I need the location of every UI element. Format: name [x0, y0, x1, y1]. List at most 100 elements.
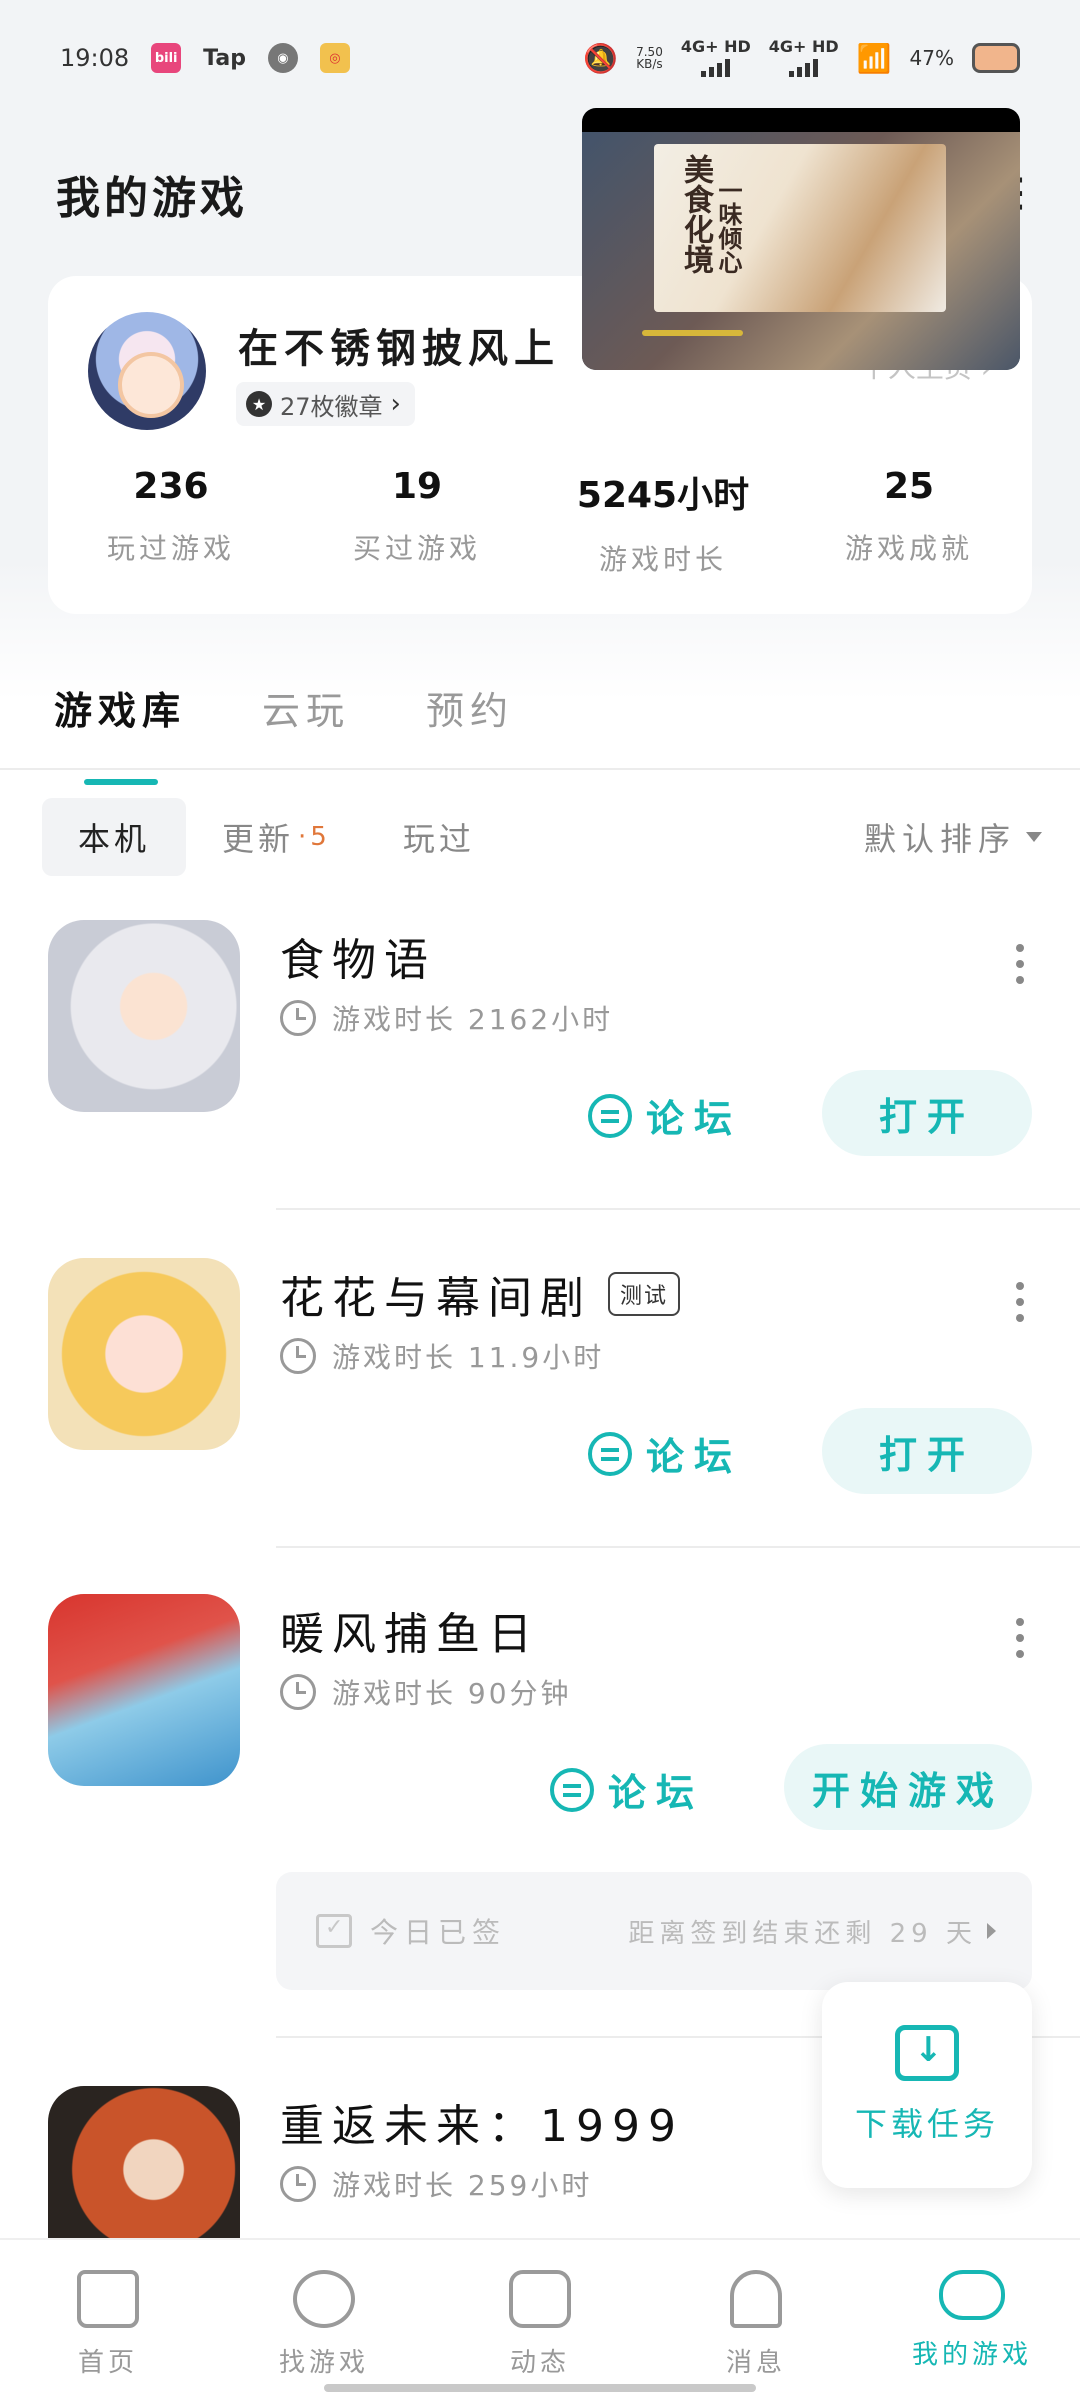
open-game-button[interactable]: 打开 — [822, 1408, 1032, 1494]
sim1-signal: 4G+ HD — [681, 39, 751, 77]
game-more-icon[interactable] — [1016, 1282, 1024, 1322]
update-count: ·5 — [298, 822, 331, 852]
video-poster: 美食化境 一味倾心 — [654, 144, 946, 312]
nav-feed[interactable]: 动态 — [432, 2240, 648, 2400]
game-play-time: 游戏时长 11.9小时 — [280, 1336, 604, 1376]
forum-button[interactable]: 论坛 — [550, 1762, 704, 1817]
filter-bar: 本机 更新 ·5 玩过 默认排序 — [42, 798, 1042, 876]
stat-bought-games[interactable]: 19 买过游戏 — [294, 466, 540, 578]
game-icon[interactable] — [48, 920, 240, 1112]
page-title: 我的游戏 — [56, 173, 248, 224]
filter-local[interactable]: 本机 — [42, 798, 187, 876]
forum-label: 论坛 — [608, 1771, 705, 1815]
stat-label: 游戏时长 — [598, 543, 727, 576]
game-play-time: 游戏时长 259小时 — [280, 2164, 592, 2204]
tab-library[interactable]: 游戏库 — [54, 680, 186, 785]
game-name-text: 食物语 — [280, 935, 436, 986]
forum-icon — [550, 1767, 594, 1812]
chat-icon — [509, 2270, 571, 2328]
stat-play-time[interactable]: 5245小时 游戏时长 — [540, 466, 786, 578]
battery-icon — [972, 43, 1020, 73]
forum-button[interactable]: 论坛 — [588, 1088, 742, 1143]
filter-updates[interactable]: 更新 ·5 — [186, 798, 367, 876]
nav-my-games[interactable]: 我的游戏 — [864, 2240, 1080, 2400]
gesture-home-bar[interactable] — [324, 2384, 756, 2392]
forum-label: 论坛 — [646, 1435, 743, 1479]
caret-down-icon — [1026, 832, 1042, 842]
planet-icon — [293, 2270, 355, 2328]
filter-updates-label: 更新 — [222, 820, 295, 858]
game-more-icon[interactable] — [1016, 1618, 1024, 1658]
tab-reservations[interactable]: 预约 — [426, 680, 514, 735]
tab-cloud-play[interactable]: 云玩 — [262, 680, 350, 735]
forum-icon — [588, 1431, 632, 1476]
stat-label: 玩过游戏 — [106, 532, 235, 565]
game-name-text: 暖风捕鱼日 — [280, 1609, 540, 1660]
stat-value: 5245小时 — [576, 475, 750, 516]
tabs-divider — [0, 768, 1080, 770]
game-more-icon[interactable] — [1016, 944, 1024, 984]
game-icon[interactable] — [48, 1258, 240, 1450]
open-game-button[interactable]: 打开 — [822, 1070, 1032, 1156]
library-tabs: 游戏库 云玩 预约 — [54, 680, 514, 785]
wifi-icon: 📶 — [856, 41, 892, 75]
sim1-label: 4G+ HD — [680, 37, 751, 56]
status-time: 19:08 — [60, 44, 130, 72]
signin-banner[interactable]: 今日已签 距离签到结束还剩 29 天 — [276, 1872, 1032, 1990]
nav-label: 我的游戏 — [911, 2340, 1032, 2370]
nav-label: 动态 — [509, 2348, 570, 2378]
game-name[interactable]: 暖风捕鱼日 — [280, 1598, 540, 1662]
game-time-text: 游戏时长 90分钟 — [332, 1677, 572, 1710]
game-time-text: 游戏时长 2162小时 — [332, 1003, 614, 1036]
game-name[interactable]: 食物语 — [280, 924, 436, 988]
game-name[interactable]: 花花与幕间剧 测试 — [280, 1262, 681, 1326]
stat-label: 游戏成就 — [844, 532, 973, 565]
divider — [276, 1546, 1080, 1548]
download-task-label: 下载任务 — [854, 2105, 999, 2143]
start-game-button[interactable]: 开始游戏 — [784, 1744, 1032, 1830]
chevron-right-icon: › — [390, 389, 401, 419]
filter-played-label: 玩过 — [402, 820, 475, 858]
sim2-label: 4G+ HD — [768, 37, 839, 56]
forum-button[interactable]: 论坛 — [588, 1426, 742, 1481]
badge-count-button[interactable]: ★ 27枚徽章 › — [236, 382, 415, 426]
avatar[interactable] — [88, 312, 206, 430]
sort-label: 默认排序 — [863, 820, 1016, 858]
stat-played-games[interactable]: 236 玩过游戏 — [48, 466, 294, 578]
sort-dropdown[interactable]: 默认排序 — [864, 814, 1042, 860]
badge-count-label: 27枚徽章 — [280, 392, 383, 421]
net-speed-unit: KB/s — [636, 57, 663, 71]
game-icon[interactable] — [48, 1594, 240, 1786]
stat-achievements[interactable]: 25 游戏成就 — [786, 466, 1032, 578]
signin-remaining-text: 距离签到结束还剩 29 天 — [628, 1918, 977, 1949]
profile-stats: 236 玩过游戏 19 买过游戏 5245小时 游戏时长 25 游戏成就 — [48, 466, 1032, 578]
nav-label: 首页 — [77, 2348, 138, 2378]
floating-video-player[interactable]: 美食化境 一味倾心 — [582, 108, 1020, 370]
nav-find-games[interactable]: 找游戏 — [216, 2240, 432, 2400]
nav-messages[interactable]: 消息 — [648, 2240, 864, 2400]
filter-local-label: 本机 — [78, 820, 151, 858]
video-progress-bar[interactable] — [642, 330, 743, 336]
bilibili-app-icon: bili — [151, 43, 182, 73]
game-icon[interactable] — [48, 2086, 240, 2238]
bottom-nav: 首页 找游戏 动态 消息 我的游戏 — [0, 2238, 1080, 2400]
forum-icon — [588, 1093, 632, 1138]
filter-played[interactable]: 玩过 — [367, 798, 511, 876]
net-speed: 7.50 KB/s — [636, 46, 663, 70]
game-play-time: 游戏时长 90分钟 — [280, 1672, 572, 1712]
triangle-right-icon — [987, 1923, 996, 1939]
stat-value: 19 — [391, 466, 443, 507]
battery-level: 47% — [909, 46, 954, 70]
signin-status: 今日已签 — [370, 1916, 507, 1949]
bell-icon — [730, 2270, 782, 2328]
game-time-text: 游戏时长 259小时 — [332, 2169, 593, 2202]
nav-home[interactable]: 首页 — [0, 2240, 216, 2400]
mute-bell-icon: 🔕 — [583, 41, 619, 75]
download-task-button[interactable]: 下载任务 — [822, 1982, 1032, 2188]
username[interactable]: 在不锈钢披风上 — [238, 316, 560, 374]
game-name[interactable]: 重返未来：1999 — [280, 2090, 684, 2154]
download-tray-icon — [895, 2025, 959, 2081]
clock-icon — [280, 1000, 316, 1036]
stat-value: 25 — [883, 466, 935, 507]
forum-label: 论坛 — [646, 1097, 743, 1141]
